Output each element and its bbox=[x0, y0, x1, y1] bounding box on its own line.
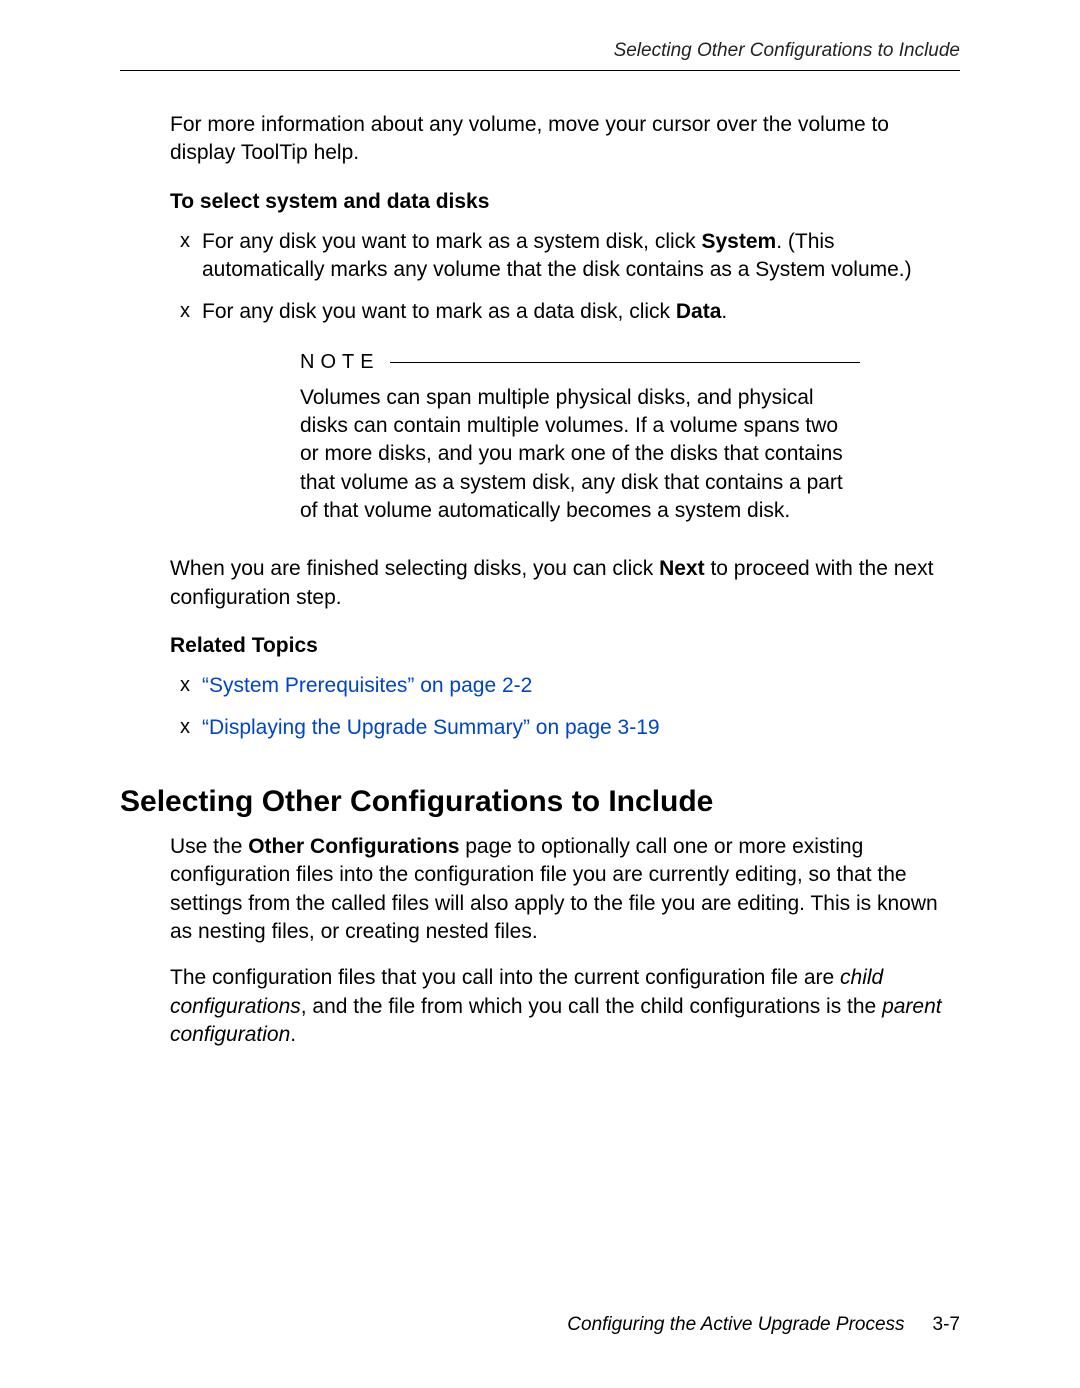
text-bold: Next bbox=[659, 557, 705, 580]
procedure-list: For any disk you want to mark as a syste… bbox=[170, 228, 960, 327]
text-segment: . bbox=[290, 1023, 296, 1046]
text-bold: Other Configurations bbox=[248, 835, 459, 858]
section-heading: Selecting Other Configurations to Includ… bbox=[120, 785, 960, 819]
note-rule bbox=[390, 362, 860, 363]
note-text: Volumes can span multiple physical disks… bbox=[300, 384, 860, 526]
section-paragraph: Use the Other Configurations page to opt… bbox=[170, 833, 960, 946]
section-paragraph: The configuration files that you call in… bbox=[170, 964, 960, 1049]
text-segment: , and the file from which you call the c… bbox=[301, 995, 882, 1018]
related-topics-heading: Related Topics bbox=[170, 634, 960, 658]
procedure-heading: To select system and data disks bbox=[170, 190, 960, 214]
list-text-pre: For any disk you want to mark as a data … bbox=[202, 300, 676, 323]
list-text-bold: System bbox=[702, 230, 777, 253]
text-segment: Use the bbox=[170, 835, 248, 858]
note-label: NOTE bbox=[300, 351, 380, 374]
cross-reference-link[interactable]: “Displaying the Upgrade Summary” on page… bbox=[202, 716, 660, 739]
intro-paragraph: For more information about any volume, m… bbox=[170, 111, 960, 168]
list-item: For any disk you want to mark as a data … bbox=[170, 298, 960, 326]
section-body: Use the Other Configurations page to opt… bbox=[170, 833, 960, 1049]
page-footer: Configuring the Active Upgrade Process 3-… bbox=[567, 1314, 960, 1336]
header-rule bbox=[120, 70, 960, 71]
note-block: NOTE Volumes can span multiple physical … bbox=[300, 351, 860, 526]
footer-chapter-title: Configuring the Active Upgrade Process bbox=[567, 1314, 904, 1335]
text-segment: The configuration files that you call in… bbox=[170, 966, 840, 989]
related-topics-list: “System Prerequisites” on page 2-2 “Disp… bbox=[170, 672, 960, 743]
list-text-pre: For any disk you want to mark as a syste… bbox=[202, 230, 702, 253]
body-content: For more information about any volume, m… bbox=[170, 111, 960, 743]
list-item: “Displaying the Upgrade Summary” on page… bbox=[170, 714, 960, 742]
list-text-bold: Data bbox=[676, 300, 722, 323]
footer-page-number: 3-7 bbox=[933, 1314, 960, 1335]
cross-reference-link[interactable]: “System Prerequisites” on page 2-2 bbox=[202, 674, 532, 697]
list-text-post: . bbox=[721, 300, 727, 323]
list-item: “System Prerequisites” on page 2-2 bbox=[170, 672, 960, 700]
after-note-paragraph: When you are finished selecting disks, y… bbox=[170, 555, 960, 612]
note-header: NOTE bbox=[300, 351, 860, 374]
running-header: Selecting Other Configurations to Includ… bbox=[120, 40, 960, 62]
list-item: For any disk you want to mark as a syste… bbox=[170, 228, 960, 285]
text-segment: When you are finished selecting disks, y… bbox=[170, 557, 659, 580]
page-container: Selecting Other Configurations to Includ… bbox=[0, 0, 1080, 1388]
